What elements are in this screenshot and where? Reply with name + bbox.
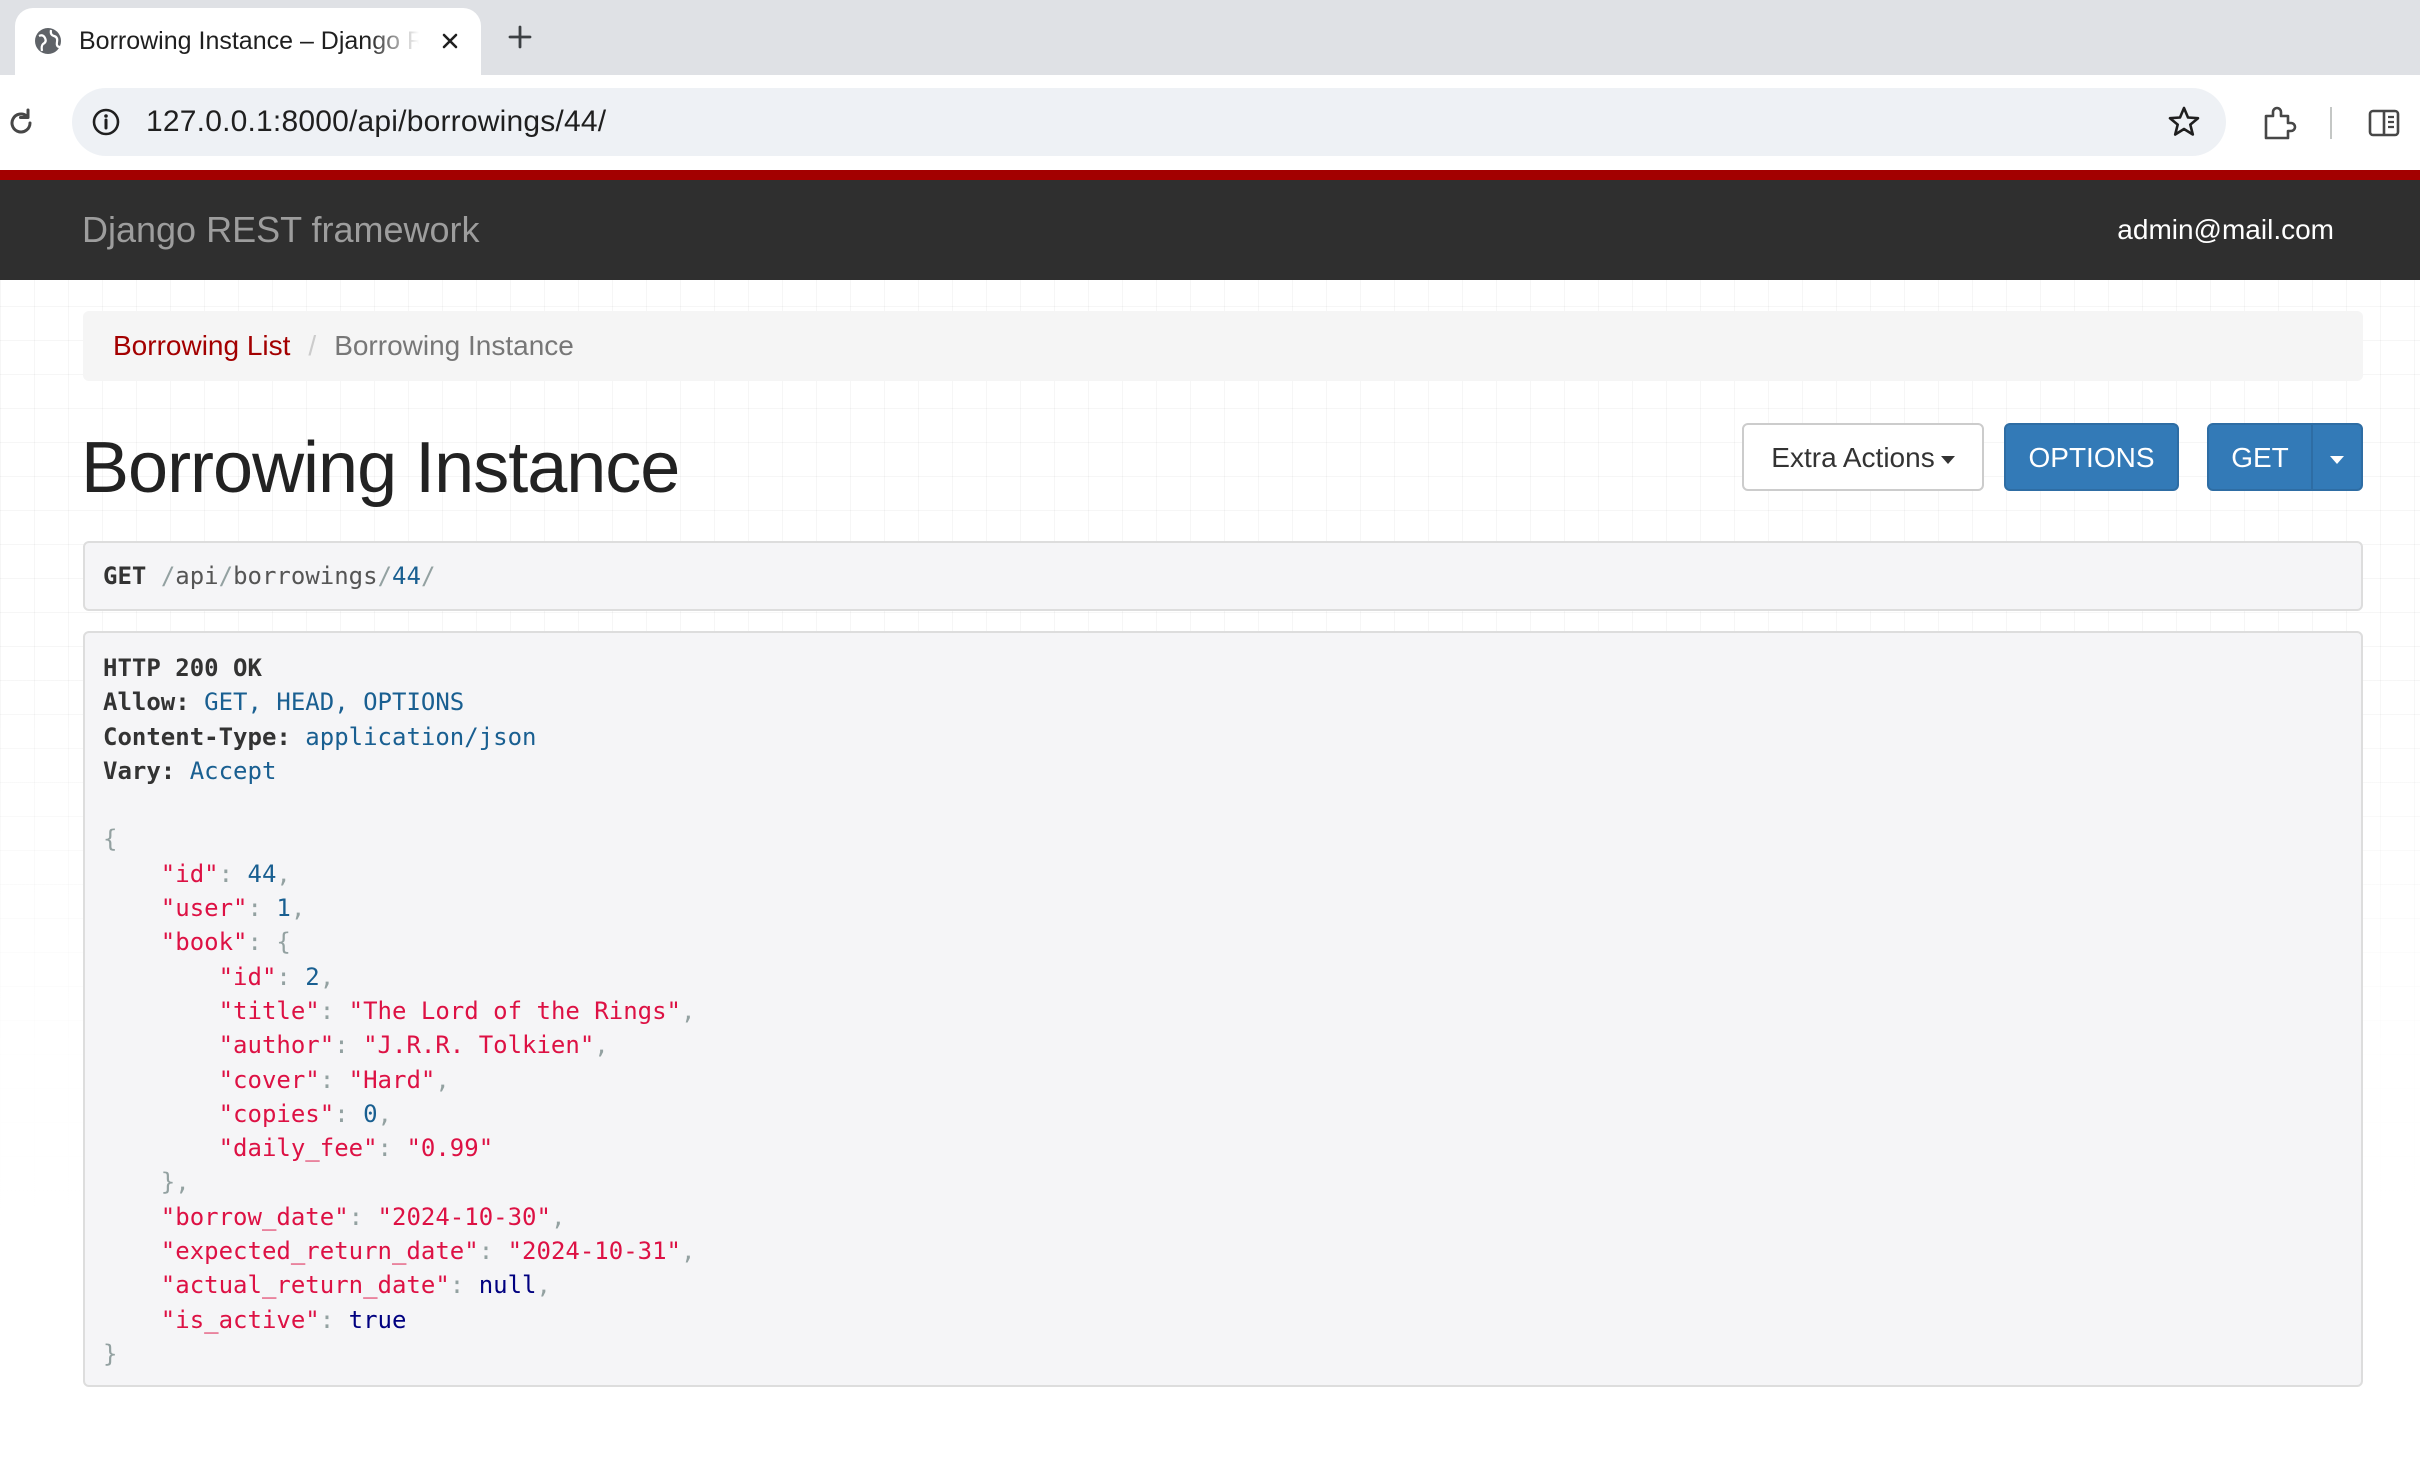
tab-title: Borrowing Instance – Django REST framewo… <box>79 27 419 55</box>
navbar-brand[interactable]: Django REST framework <box>82 180 479 280</box>
json-close: } <box>103 1339 118 1368</box>
breadcrumb-active: Borrowing Instance <box>334 330 574 361</box>
close-icon[interactable] <box>432 23 468 59</box>
globe-icon <box>33 26 63 56</box>
page-content: Django REST framework admin@mail.com Bor… <box>0 170 2420 1473</box>
response-header: Allow: GET, HEAD, OPTIONS <box>103 688 465 717</box>
json-line: "expected_return_date": "2024-10-31", <box>160 1237 696 1266</box>
json-open: { <box>103 825 118 854</box>
breadcrumb-link-borrowing-list[interactable]: Borrowing List <box>113 330 290 361</box>
json-line: "cover": "Hard", <box>218 1065 450 1094</box>
json-line: "borrow_date": "2024-10-30", <box>160 1202 566 1231</box>
navbar: Django REST framework admin@mail.com <box>0 180 2420 280</box>
caret-down-icon <box>2330 455 2344 464</box>
browser-toolbar: 127.0.0.1:8000/api/borrowings/44/ <box>0 75 2420 170</box>
extensions-icon[interactable] <box>2258 102 2300 144</box>
json-line: "book": { <box>160 928 291 957</box>
site-info-icon[interactable] <box>86 102 126 142</box>
json-line: "actual_return_date": null, <box>160 1271 551 1300</box>
page-title: Borrowing Instance <box>81 428 680 508</box>
response-header: Content-Type: application/json <box>103 722 537 751</box>
get-label: GET <box>2231 442 2289 473</box>
browser-tab-strip: Borrowing Instance – Django REST framewo… <box>0 0 2420 75</box>
json-line: "id": 2, <box>218 962 335 991</box>
accent-bar <box>0 170 2420 180</box>
side-panel-icon[interactable] <box>2364 103 2404 143</box>
toolbar-divider <box>2330 107 2332 139</box>
breadcrumb: Borrowing List / Borrowing Instance <box>83 311 2363 381</box>
star-icon[interactable] <box>2164 102 2204 142</box>
json-line: "author": "J.R.R. Tolkien", <box>218 1031 609 1060</box>
response-header: Vary: Accept <box>103 756 277 785</box>
extra-actions-label: Extra Actions <box>1771 442 1935 473</box>
plus-icon[interactable] <box>500 17 540 57</box>
json-line: "copies": 0, <box>218 1099 392 1128</box>
request-method: GET <box>103 562 147 590</box>
url-text[interactable]: 127.0.0.1:8000/api/borrowings/44/ <box>146 88 606 156</box>
breadcrumb-separator: / <box>308 330 317 361</box>
address-bar[interactable]: 127.0.0.1:8000/api/borrowings/44/ <box>72 88 2226 156</box>
browser-tab[interactable]: Borrowing Instance – Django REST framewo… <box>15 8 481 75</box>
response-info: HTTP 200 OK Allow: GET, HEAD, OPTIONS Co… <box>83 631 2363 1387</box>
reload-icon[interactable] <box>2 104 40 142</box>
extra-actions-button[interactable]: Extra Actions <box>1742 423 1984 491</box>
get-button[interactable]: GET <box>2207 423 2313 491</box>
navbar-user[interactable]: admin@mail.com <box>2117 180 2334 280</box>
response-status: HTTP 200 OK <box>103 654 262 682</box>
json-line: "daily_fee": "0.99" <box>218 1134 494 1163</box>
options-label: OPTIONS <box>2028 442 2155 473</box>
json-line: "title": "The Lord of the Rings", <box>218 996 696 1025</box>
request-info: GET /api/borrowings/44/ <box>83 541 2363 611</box>
json-line: "is_active": true <box>160 1305 407 1334</box>
options-button[interactable]: OPTIONS <box>2004 423 2179 491</box>
json-line: "user": 1, <box>160 894 306 923</box>
json-line: }, <box>160 1168 190 1197</box>
caret-down-icon <box>1940 455 1955 464</box>
json-line: "id": 44, <box>160 859 291 888</box>
get-format-dropdown[interactable] <box>2311 423 2363 491</box>
